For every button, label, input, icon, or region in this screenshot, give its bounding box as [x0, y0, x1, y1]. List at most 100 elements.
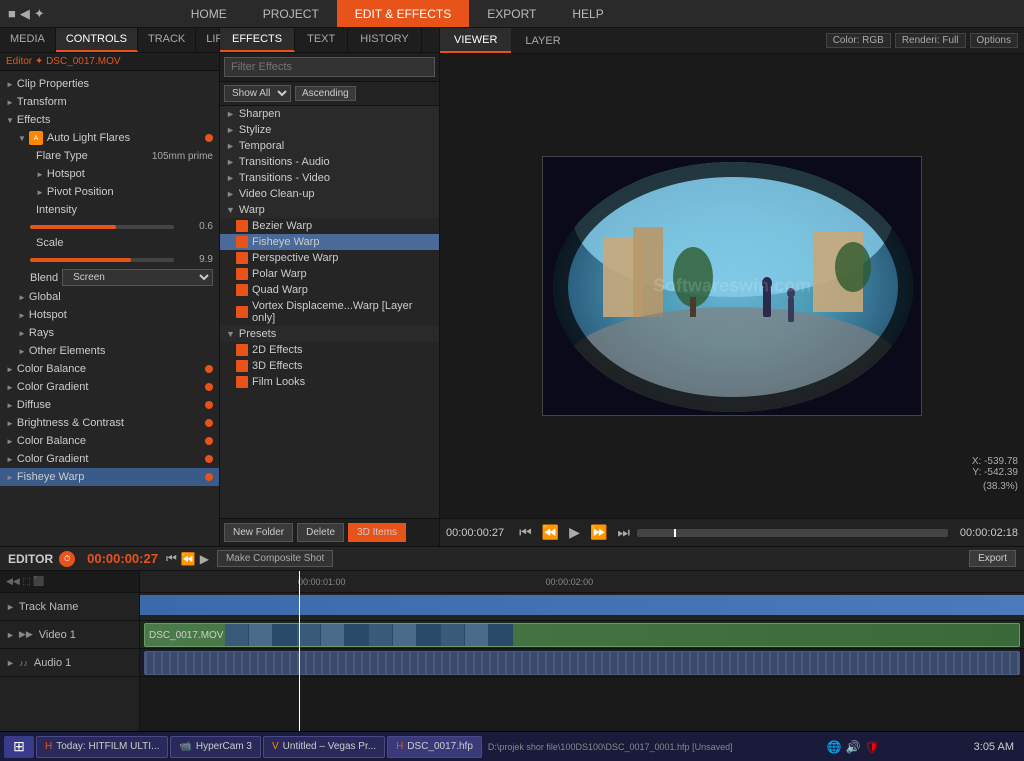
- prop-auto-light-flares[interactable]: ▼ A Auto Light Flares: [0, 129, 219, 147]
- effects-list: ► Sharpen ► Stylize ► Temporal: [220, 106, 439, 518]
- play-to-in-button[interactable]: ⏮: [516, 524, 535, 541]
- prop-clip-properties[interactable]: ► Clip Properties: [0, 75, 219, 93]
- blend-dropdown[interactable]: Screen: [62, 269, 213, 286]
- category-trans-video-header[interactable]: ► Transitions - Video: [220, 170, 439, 186]
- prop-label-auto-light: Auto Light Flares: [47, 132, 203, 144]
- effect-fisheye-label: Fisheye Warp: [252, 236, 319, 248]
- delete-button[interactable]: Delete: [297, 523, 344, 542]
- video-clip-dsc[interactable]: DSC_0017.MOV: [144, 623, 1020, 647]
- intensity-slider-track[interactable]: [30, 225, 174, 229]
- video-track-row[interactable]: DSC_0017.MOV: [140, 621, 1024, 649]
- prop-intensity[interactable]: Intensity: [0, 201, 219, 219]
- render-mode-button[interactable]: Renderi: Full: [895, 33, 966, 48]
- prop-other-elements[interactable]: ► Other Elements: [0, 342, 219, 360]
- tab-viewer[interactable]: VIEWER: [440, 28, 511, 53]
- composite-shot-button[interactable]: Make Composite Shot: [217, 550, 333, 567]
- effect-perspective-warp[interactable]: Perspective Warp: [220, 250, 439, 266]
- tab-text[interactable]: TEXT: [295, 28, 348, 52]
- chevron-right-icon: ►: [6, 98, 14, 107]
- viewer-timeline-bar[interactable]: [637, 529, 948, 537]
- effects-search-input[interactable]: [224, 57, 435, 77]
- taskbar-item-hitfilm[interactable]: H Today: HITFILM ULTI...: [36, 736, 168, 758]
- auto-light-flares-icon: A: [29, 131, 43, 145]
- tab-help[interactable]: HELP: [554, 0, 621, 27]
- taskbar-item-project[interactable]: H DSC_0017.hfp: [387, 736, 482, 758]
- step-forward-button[interactable]: ⏩: [587, 524, 610, 541]
- editor-step-back-button[interactable]: ⏪: [181, 552, 196, 566]
- taskbar: ⊞ H Today: HITFILM ULTI... 📹 HyperCam 3 …: [0, 731, 1024, 761]
- category-trans-audio-header[interactable]: ► Transitions - Audio: [220, 154, 439, 170]
- network-icon: 🌐: [827, 740, 842, 754]
- play-to-out-button[interactable]: ⏭: [614, 524, 633, 541]
- 3d-items-button[interactable]: 3D Items: [348, 523, 406, 542]
- effect-3d-effects[interactable]: 3D Effects: [220, 358, 439, 374]
- thumb-11: [465, 624, 489, 646]
- effect-polar-warp[interactable]: Polar Warp: [220, 266, 439, 282]
- play-button[interactable]: ▶: [566, 524, 583, 541]
- taskbar-item-vegas[interactable]: V Untitled – Vegas Pr...: [263, 736, 385, 758]
- category-stylize-header[interactable]: ► Stylize: [220, 122, 439, 138]
- effect-3d-label: 3D Effects: [252, 360, 303, 372]
- prop-hotspot2[interactable]: ► Hotspot: [0, 306, 219, 324]
- category-video-cleanup: ► Video Clean-up: [220, 186, 439, 202]
- tab-effects[interactable]: EFFECTS: [220, 28, 295, 52]
- viewer-video-svg: [543, 157, 922, 416]
- editor-play-button[interactable]: ▶: [200, 552, 209, 566]
- tab-export[interactable]: EXPORT: [469, 0, 554, 27]
- effect-quad-warp[interactable]: Quad Warp: [220, 282, 439, 298]
- start-button[interactable]: ⊞: [4, 736, 34, 758]
- prop-color-balance-1[interactable]: ► Color Balance: [0, 360, 219, 378]
- prop-transform[interactable]: ► Transform: [0, 93, 219, 111]
- color-mode-button[interactable]: Color: RGB: [826, 33, 891, 48]
- category-presets-header[interactable]: ▼ Presets: [220, 326, 439, 342]
- effect-bezier-warp[interactable]: Bezier Warp: [220, 218, 439, 234]
- prop-diffuse[interactable]: ► Diffuse: [0, 396, 219, 414]
- category-video-cleanup-header[interactable]: ► Video Clean-up: [220, 186, 439, 202]
- tab-controls[interactable]: CONTROLS: [56, 28, 138, 52]
- prop-pivot-position[interactable]: ► Pivot Position: [0, 183, 219, 201]
- track-name-timeline-row[interactable]: [140, 593, 1024, 621]
- scale-slider-track[interactable]: [30, 258, 174, 262]
- tab-media[interactable]: MEDIA: [0, 28, 56, 52]
- prop-color-gradient-1[interactable]: ► Color Gradient: [0, 378, 219, 396]
- taskbar-item-hypercam[interactable]: 📹 HyperCam 3: [170, 736, 261, 758]
- intensity-slider-container[interactable]: 0.6: [0, 219, 219, 234]
- prop-color-gradient-2[interactable]: ► Color Gradient: [0, 450, 219, 468]
- category-warp-header[interactable]: ▼ Warp: [220, 202, 439, 218]
- audio-clip[interactable]: [144, 651, 1020, 675]
- category-sharpen-header[interactable]: ► Sharpen: [220, 106, 439, 122]
- editor-export-button[interactable]: Export: [969, 550, 1016, 567]
- effect-vortex-warp[interactable]: Vortex Displaceme...Warp [Layer only]: [220, 298, 439, 326]
- prop-effects[interactable]: ▼ Effects: [0, 111, 219, 129]
- prop-rays[interactable]: ► Rays: [0, 324, 219, 342]
- prop-fisheye-warp[interactable]: ► Fisheye Warp: [0, 468, 219, 486]
- editor-play-back-button[interactable]: ⏮: [166, 551, 177, 566]
- effects-filter-select[interactable]: Show All: [224, 85, 291, 102]
- tab-edit-effects[interactable]: EDIT & EFFECTS: [337, 0, 469, 27]
- new-folder-button[interactable]: New Folder: [224, 523, 293, 542]
- tab-project[interactable]: PROJECT: [245, 0, 337, 27]
- audio-track-row[interactable]: [140, 649, 1024, 677]
- tab-layer[interactable]: LAYER: [511, 28, 574, 53]
- chevron-right-icon: ►: [226, 157, 235, 167]
- effects-sort-button[interactable]: Ascending: [295, 86, 356, 101]
- scale-slider-container[interactable]: 9.9: [0, 252, 219, 267]
- prop-brightness-contrast[interactable]: ► Brightness & Contrast: [0, 414, 219, 432]
- options-button[interactable]: Options: [970, 33, 1018, 48]
- prop-flare-type[interactable]: Flare Type 105mm prime: [0, 147, 219, 165]
- effect-fisheye-warp[interactable]: Fisheye Warp: [220, 234, 439, 250]
- prop-hotspot[interactable]: ► Hotspot: [0, 165, 219, 183]
- prop-scale[interactable]: Scale: [0, 234, 219, 252]
- effect-film-looks[interactable]: Film Looks: [220, 374, 439, 390]
- prop-global[interactable]: ► Global: [0, 288, 219, 306]
- step-back-button[interactable]: ⏪: [539, 524, 562, 541]
- category-temporal: ► Temporal: [220, 138, 439, 154]
- tab-history[interactable]: HISTORY: [348, 28, 422, 52]
- effect-2d-effects[interactable]: 2D Effects: [220, 342, 439, 358]
- category-temporal-header[interactable]: ► Temporal: [220, 138, 439, 154]
- category-stylize-label: Stylize: [239, 124, 271, 136]
- prop-color-balance-2[interactable]: ► Color Balance: [0, 432, 219, 450]
- tab-home[interactable]: HOME: [173, 0, 245, 27]
- tab-track[interactable]: TRACK: [138, 28, 196, 52]
- orange-dot: [205, 455, 213, 463]
